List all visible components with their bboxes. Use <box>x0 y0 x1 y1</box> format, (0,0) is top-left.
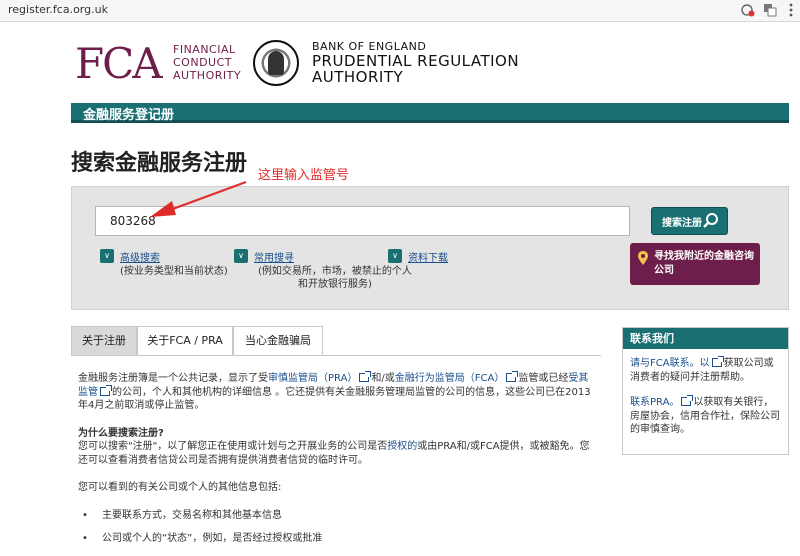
contact-pra-link[interactable]: 联系PRA。 <box>630 397 679 408</box>
search-input[interactable] <box>95 206 630 236</box>
annotation-text: 这里输入监管号 <box>258 168 350 183</box>
pra-logo-text[interactable]: BANK OF ENGLAND PRUDENTIAL REGULATION AU… <box>312 40 519 85</box>
about-register-content: 金融服务注册簿是一个公共记录，显示了受审慎监管局（PRA） 和/或金融行为监管局（… <box>78 371 598 556</box>
list-item: 主要联系方式，交易名称和其他基本信息 <box>78 509 598 523</box>
contact-fca-link[interactable]: 请与FCA联系。以 <box>630 358 710 369</box>
advanced-search-link[interactable]: 高级搜索 <box>120 249 160 264</box>
url-text[interactable]: register.fca.org.uk <box>8 3 108 16</box>
search-panel: 搜索注册 ∨ 高级搜索 (按业务类型和当前状态) ∨ 常用搜寻 (例如交易所，市… <box>71 186 789 310</box>
contact-us-title: 联系我们 <box>623 328 788 349</box>
fca-logo-mark: FCA <box>75 39 163 88</box>
register-banner: 金融服务登记册 <box>71 103 789 123</box>
external-link-icon <box>359 371 372 382</box>
menu-icon[interactable] <box>783 3 798 18</box>
blocked-content-icon[interactable] <box>740 3 755 18</box>
why-search-heading: 为什么要搜索注册? <box>78 427 164 439</box>
info-intro: 您可以看到的有关公司或个人的其他信息包括: <box>78 482 282 493</box>
info-tabs: 关于注册 关于FCA / PRA 当心金融骗局 <box>71 326 601 356</box>
why-search-paragraph: 您可以搜索"注册"，以了解您正在使用或计划与之开展业务的公司是否授权的或由PRA… <box>78 441 590 466</box>
search-register-button[interactable]: 搜索注册 <box>651 207 728 235</box>
data-download-link[interactable]: 资料下载 <box>408 249 448 264</box>
list-item: 公司或个人的“状态”，例如，是否经过授权或批准 <box>78 532 598 546</box>
intro-paragraph: 金融服务注册簿是一个公共记录，显示了受审慎监管局（PRA） 和/或金融行为监管局（… <box>78 371 591 411</box>
fca-logo-text: FINANCIAL CONDUCT AUTHORITY <box>173 43 242 82</box>
search-icon <box>703 213 718 228</box>
advanced-search-desc: (按业务类型和当前状态) <box>120 266 228 277</box>
fca-link[interactable]: 金融行为监管局（FCA） <box>395 373 505 384</box>
browser-address-bar[interactable]: register.fca.org.uk <box>0 0 800 22</box>
map-pin-icon <box>638 251 648 265</box>
external-link-icon <box>100 384 112 396</box>
translate-icon[interactable] <box>762 3 777 18</box>
tab-about-fca-pra[interactable]: 关于FCA / PRA <box>137 326 233 356</box>
common-search-link[interactable]: 常用搜寻 <box>254 249 294 264</box>
page-title: 搜索金融服务注册 <box>71 151 248 176</box>
contact-us-box: 联系我们 请与FCA联系。以 获取公司或消费者的疑问并注册帮助。 联系PRA。 以获… <box>622 327 789 455</box>
info-list: 主要联系方式，交易名称和其他基本信息 公司或个人的“状态”，例如，是否经过授权或… <box>78 509 598 546</box>
expand-chevron-icon[interactable]: ∨ <box>100 249 114 263</box>
authorised-link[interactable]: 授权的 <box>387 441 417 452</box>
tab-about-register[interactable]: 关于注册 <box>71 326 137 356</box>
tab-beware-scams[interactable]: 当心金融骗局 <box>233 326 323 356</box>
expand-chevron-icon[interactable]: ∨ <box>388 249 402 263</box>
bank-of-england-seal-icon <box>253 40 299 86</box>
find-financial-advisor-button[interactable]: 寻找我附近的金融咨询公司 <box>630 243 760 285</box>
common-search-desc: (例如交易所，市场，被禁止的个人 和开放银行服务) <box>258 266 412 290</box>
pra-link[interactable]: 审慎监管局（PRA） <box>268 373 357 384</box>
register-banner-title[interactable]: 金融服务登记册 <box>83 104 174 123</box>
expand-chevron-icon[interactable]: ∨ <box>234 249 248 263</box>
external-link-icon <box>681 395 694 406</box>
external-link-icon <box>711 356 724 367</box>
external-link-icon <box>506 371 519 382</box>
